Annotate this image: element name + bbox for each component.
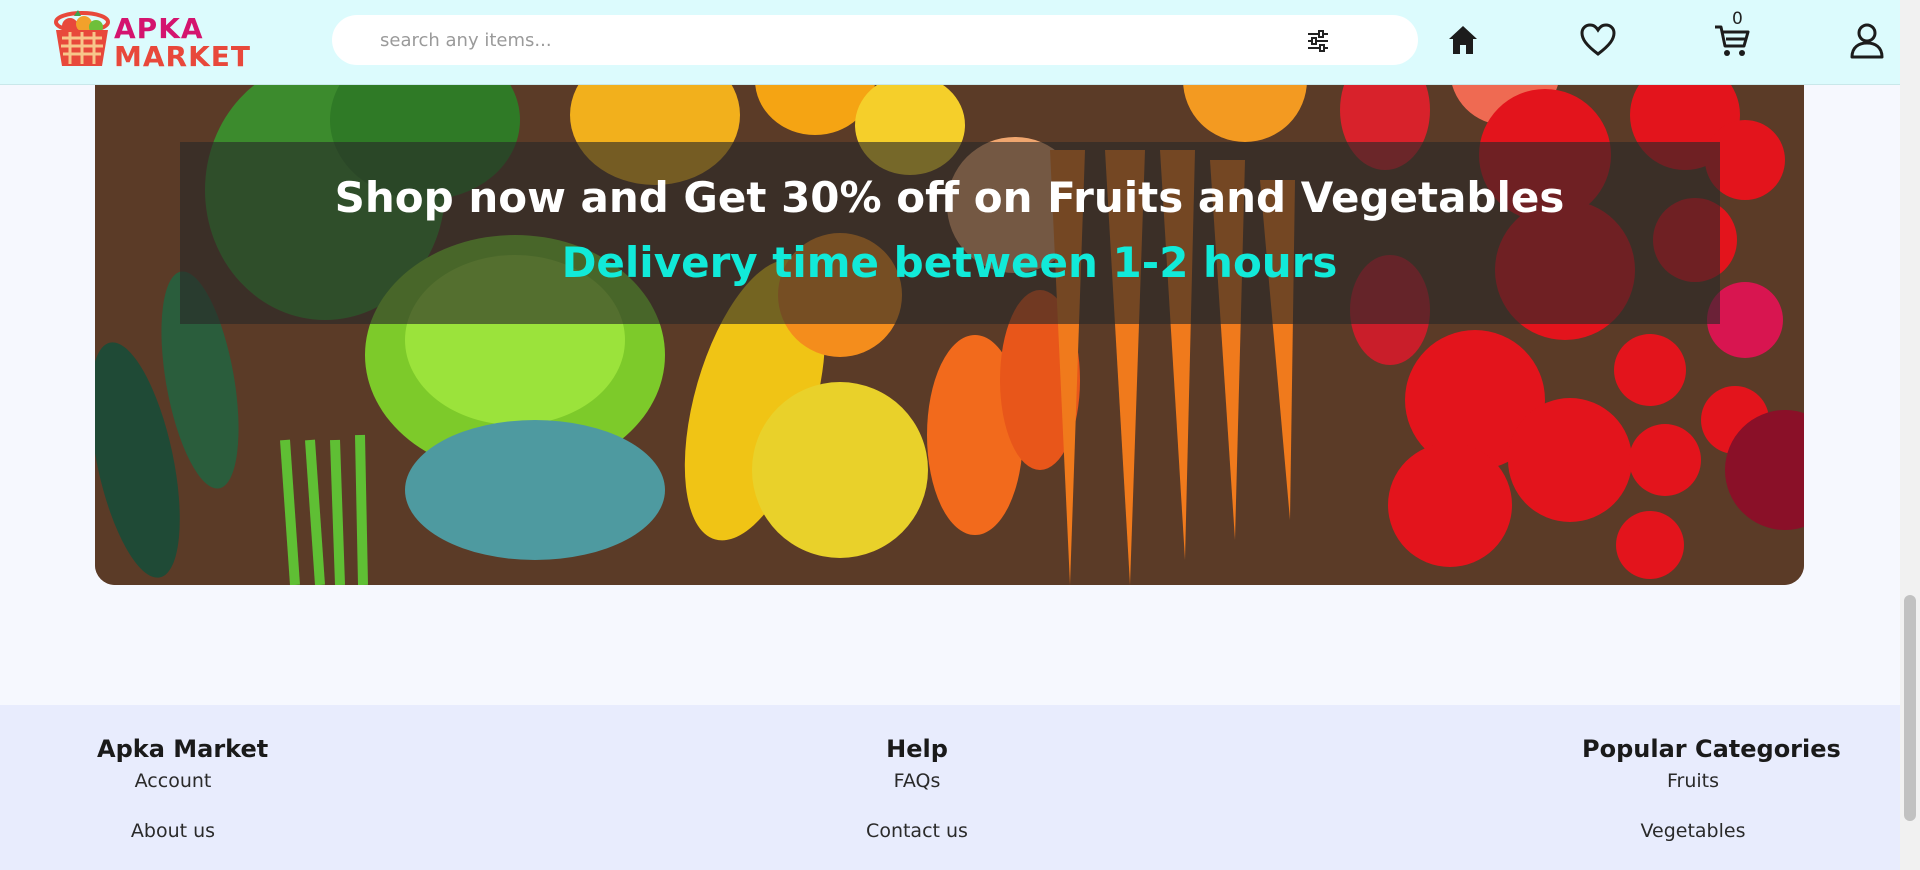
banner-title: Shop now and Get 30% off on Fruits and V…: [334, 173, 1565, 222]
footer-link-contact-us[interactable]: Contact us: [850, 819, 984, 869]
banner-subtitle: Delivery time between 1-2 hours: [561, 238, 1338, 287]
basket-logo-icon: [54, 10, 110, 66]
footer-heading: Help: [886, 735, 948, 763]
site-footer: Apka Market Account About us Help FAQs C…: [0, 705, 1900, 870]
footer-link-about-us[interactable]: About us: [97, 819, 249, 869]
search-bar: [332, 15, 1418, 65]
logo-text-market: MARKET: [114, 40, 252, 73]
footer-link-fruits[interactable]: Fruits: [1582, 769, 1804, 819]
home-icon[interactable]: [1443, 20, 1483, 60]
search-input[interactable]: [380, 25, 1280, 55]
vertical-scrollbar[interactable]: [1900, 0, 1920, 870]
filter-icon[interactable]: [1305, 28, 1331, 54]
top-navbar: APKA MARKET 0: [0, 0, 1900, 85]
footer-heading: Apka Market: [97, 735, 269, 763]
footer-column-popular-categories: Popular Categories Fruits Vegetables: [1582, 735, 1841, 869]
promo-banner[interactable]: Shop now and Get 30% off on Fruits and V…: [95, 40, 1804, 585]
scrollbar-thumb[interactable]: [1904, 595, 1916, 821]
user-icon[interactable]: [1847, 20, 1887, 60]
cart-icon[interactable]: [1712, 20, 1752, 60]
banner-text-overlay: [180, 142, 1720, 324]
footer-link-faqs[interactable]: FAQs: [850, 769, 984, 819]
apka-market-logo[interactable]: APKA MARKET: [48, 6, 258, 73]
heart-icon[interactable]: [1578, 20, 1618, 60]
footer-column-help: Help FAQs Contact us: [850, 735, 984, 869]
footer-link-account[interactable]: Account: [97, 769, 249, 819]
footer-link-vegetables[interactable]: Vegetables: [1582, 819, 1804, 869]
footer-column-apka-market: Apka Market Account About us: [97, 735, 269, 869]
footer-heading: Popular Categories: [1582, 735, 1841, 763]
